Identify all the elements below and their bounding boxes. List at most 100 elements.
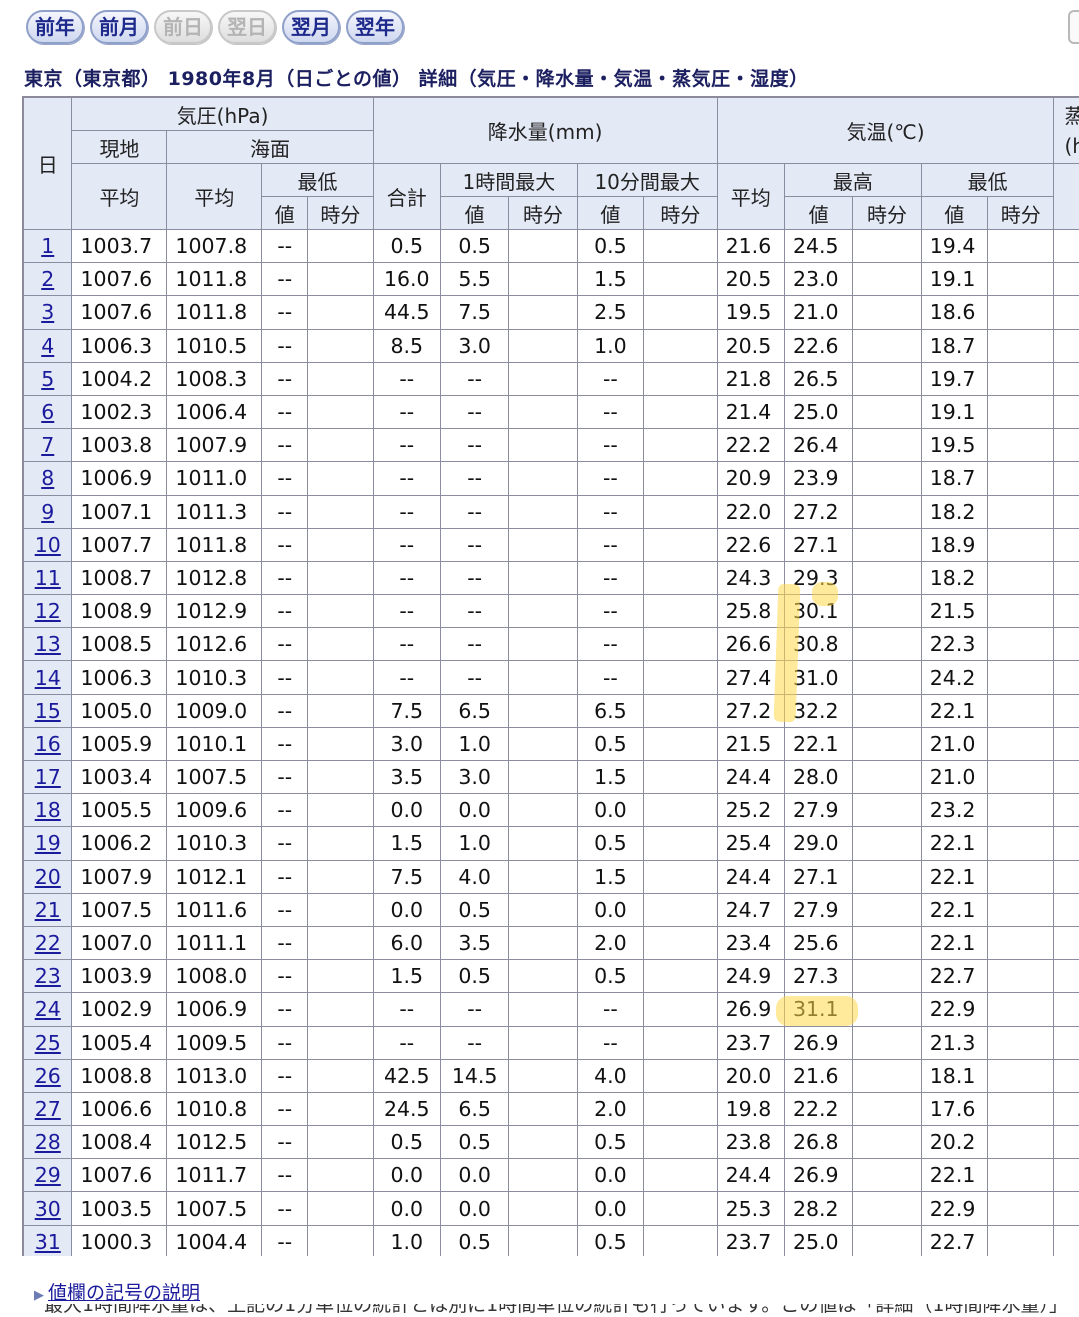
temp-avg-cell: 21.8 (716, 361, 785, 396)
next-year-button[interactable]: 翌年 (346, 10, 404, 44)
day-link[interactable]: 28 (35, 1130, 61, 1154)
day-link[interactable]: 12 (35, 599, 61, 623)
day-link-cell[interactable]: 13 (22, 627, 73, 662)
next-month-button[interactable]: 翌月 (282, 10, 340, 44)
precip-total-cell: 7.5 (372, 859, 441, 894)
day-link-cell[interactable]: 25 (22, 1025, 73, 1060)
temp-min-time-cell (987, 428, 1055, 463)
day-link[interactable]: 13 (35, 632, 61, 656)
day-link-cell[interactable]: 18 (22, 793, 73, 828)
day-link[interactable]: 29 (35, 1163, 61, 1187)
temp-avg-cell: 19.5 (716, 295, 785, 330)
day-link[interactable]: 30 (35, 1197, 61, 1221)
temp-min-cell: 17.6 (920, 1091, 989, 1127)
day-link[interactable]: 14 (35, 666, 61, 690)
day-link-cell[interactable]: 11 (22, 560, 73, 596)
temp-avg-cell: 21.4 (716, 394, 785, 430)
sea-pressure-min-cell: -- (261, 295, 309, 330)
day-link-cell[interactable]: 29 (22, 1158, 73, 1193)
table-row: 121008.91012.9--------25.830.121.522 (22, 594, 1079, 629)
day-link[interactable]: 31 (35, 1230, 61, 1254)
day-link-cell[interactable]: 27 (22, 1091, 73, 1127)
precip-10m-time-cell (643, 295, 718, 330)
temp-min-time-cell (987, 394, 1055, 430)
day-link-cell[interactable]: 9 (22, 494, 73, 529)
day-link-cell[interactable]: 4 (22, 328, 73, 363)
day-link-cell[interactable]: 7 (22, 428, 73, 463)
sea-pressure-min-cell: -- (261, 693, 309, 728)
day-link[interactable]: 8 (41, 466, 54, 490)
sea-pressure-avg-cell: 1011.8 (166, 262, 263, 297)
precip-10m-max-cell: 4.0 (576, 1058, 645, 1093)
day-link[interactable]: 15 (35, 699, 61, 723)
day-link[interactable]: 27 (35, 1097, 61, 1121)
day-link[interactable]: 1 (41, 234, 54, 258)
day-link[interactable]: 20 (35, 865, 61, 889)
day-link[interactable]: 21 (35, 898, 61, 922)
day-link[interactable]: 3 (41, 300, 54, 324)
station-header: 現地 (71, 130, 168, 164)
toolbar-button-partial[interactable] (1068, 10, 1079, 44)
time-header: 時分 (508, 196, 578, 230)
day-link-cell[interactable]: 31 (22, 1224, 73, 1256)
day-link-cell[interactable]: 10 (22, 527, 73, 562)
day-link-cell[interactable]: 30 (22, 1191, 73, 1226)
day-link-cell[interactable]: 6 (22, 394, 73, 430)
day-link[interactable]: 19 (35, 831, 61, 855)
day-link-cell[interactable]: 5 (22, 361, 73, 396)
day-link-cell[interactable]: 3 (22, 295, 73, 330)
vapor-avg-cell: 25 (1053, 992, 1079, 1027)
day-link[interactable]: 24 (35, 997, 61, 1021)
day-link-cell[interactable]: 21 (22, 892, 73, 927)
temp-max-cell: 21.0 (783, 295, 854, 330)
day-link[interactable]: 10 (35, 533, 61, 557)
day-link[interactable]: 25 (35, 1031, 61, 1055)
day-link-cell[interactable]: 12 (22, 594, 73, 629)
temp-max-time-cell (852, 959, 922, 994)
vapor-avg-cell: 23 (1053, 1125, 1079, 1160)
day-link-cell[interactable]: 8 (22, 461, 73, 496)
day-link[interactable]: 7 (41, 433, 54, 457)
day-link-cell[interactable]: 17 (22, 759, 73, 795)
day-link[interactable]: 23 (35, 964, 61, 988)
day-link[interactable]: 18 (35, 798, 61, 822)
precip-1h-time-cell (508, 428, 578, 463)
day-link[interactable]: 22 (35, 931, 61, 955)
day-link-cell[interactable]: 23 (22, 959, 73, 994)
precip-10m-time-cell (643, 1158, 718, 1193)
sea-pressure-min-cell: -- (261, 594, 309, 629)
day-link-cell[interactable]: 28 (22, 1125, 73, 1160)
day-link[interactable]: 2 (41, 267, 54, 291)
day-link[interactable]: 5 (41, 367, 54, 391)
day-link[interactable]: 6 (41, 400, 54, 424)
day-link[interactable]: 17 (35, 765, 61, 789)
day-link-cell[interactable]: 26 (22, 1058, 73, 1093)
temp-min-time-cell (987, 892, 1055, 927)
day-link-cell[interactable]: 14 (22, 660, 73, 695)
sea-pressure-min-cell: -- (261, 1224, 309, 1256)
prev-month-button[interactable]: 前月 (90, 10, 148, 44)
day-link-cell[interactable]: 22 (22, 925, 73, 961)
day-link[interactable]: 16 (35, 732, 61, 756)
day-link[interactable]: 11 (35, 566, 61, 590)
day-link[interactable]: 26 (35, 1064, 61, 1088)
temp-min-time-cell (987, 1224, 1055, 1256)
symbol-explanation-link[interactable]: ▶ 値欄の記号の説明 (34, 1278, 200, 1305)
day-link-cell[interactable]: 16 (22, 726, 73, 762)
sea-pressure-min-time-cell (307, 627, 374, 662)
day-link-cell[interactable]: 1 (22, 228, 73, 264)
day-link-cell[interactable]: 20 (22, 859, 73, 894)
day-link-cell[interactable]: 19 (22, 826, 73, 861)
day-link-cell[interactable]: 15 (22, 693, 73, 728)
day-link-cell[interactable]: 2 (22, 262, 73, 297)
day-link[interactable]: 9 (41, 500, 54, 524)
day-link[interactable]: 4 (41, 334, 54, 358)
precip-10m-time-cell (643, 394, 718, 430)
prev-year-button[interactable]: 前年 (26, 10, 84, 44)
precip-1h-time-cell (508, 793, 578, 828)
day-link-cell[interactable]: 24 (22, 992, 73, 1027)
station-pressure-avg-cell: 1006.3 (71, 328, 168, 363)
temp-max-time-cell (852, 361, 922, 396)
temp-avg-cell: 24.7 (716, 892, 785, 927)
sea-pressure-min-time-cell (307, 228, 374, 264)
